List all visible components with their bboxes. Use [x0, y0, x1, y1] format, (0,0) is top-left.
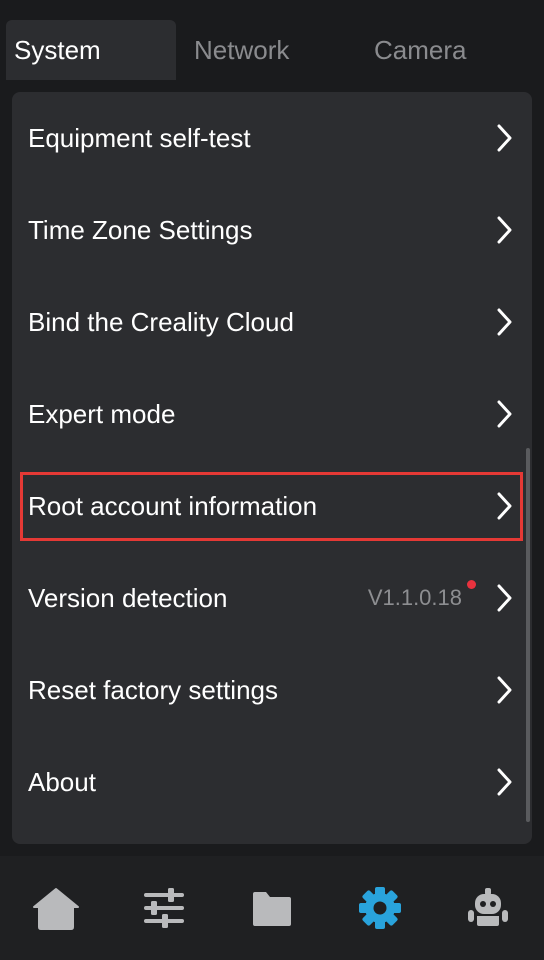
- menu-item-label: Root account information: [28, 491, 318, 521]
- update-indicator-dot: [467, 580, 476, 589]
- nav-files-button[interactable]: [244, 880, 300, 936]
- chevron-right-icon: [497, 768, 512, 796]
- menu-item-label: Bind the Creality Cloud: [28, 307, 294, 337]
- robot-icon: [468, 888, 508, 926]
- tab-bar: System Network Camera: [0, 0, 544, 80]
- chevron-right-icon: [497, 400, 512, 428]
- menu-item-expert-mode[interactable]: Expert mode: [12, 368, 532, 460]
- bottom-nav-bar: [0, 856, 544, 960]
- scrollbar[interactable]: [526, 448, 530, 822]
- settings-menu-panel: Equipment self-test Time Zone Settings B…: [12, 92, 532, 844]
- chevron-right-icon: [497, 492, 512, 520]
- version-value: V1.1.0.18: [367, 585, 462, 610]
- menu-item-root-account-information[interactable]: Root account information: [12, 460, 532, 552]
- tab-camera[interactable]: Camera: [374, 20, 466, 80]
- menu-item-label: Expert mode: [28, 399, 176, 429]
- nav-robot-button[interactable]: [460, 880, 516, 936]
- chevron-right-icon: [497, 676, 512, 704]
- chevron-right-icon: [497, 216, 512, 244]
- menu-item-time-zone-settings[interactable]: Time Zone Settings: [12, 184, 532, 276]
- menu-item-bind-creality-cloud[interactable]: Bind the Creality Cloud: [12, 276, 532, 368]
- chevron-right-icon: [497, 124, 512, 152]
- tab-network[interactable]: Network: [194, 20, 289, 80]
- nav-settings-button[interactable]: [352, 880, 408, 936]
- tab-system[interactable]: System: [6, 20, 176, 80]
- menu-item-label: Equipment self-test: [28, 123, 251, 153]
- home-icon: [33, 888, 79, 930]
- menu-item-version-detection[interactable]: Version detection V1.1.0.18: [12, 552, 532, 644]
- menu-item-equipment-self-test[interactable]: Equipment self-test: [12, 92, 532, 184]
- folder-icon: [253, 892, 291, 926]
- sliders-icon: [144, 888, 184, 928]
- menu-item-label: About: [28, 767, 96, 797]
- chevron-right-icon: [497, 308, 512, 336]
- nav-controls-button[interactable]: [136, 880, 192, 936]
- menu-item-label: Version detection: [28, 583, 228, 613]
- menu-item-reset-factory-settings[interactable]: Reset factory settings: [12, 644, 532, 736]
- chevron-right-icon: [497, 584, 512, 612]
- nav-home-button[interactable]: [28, 880, 84, 936]
- settings-screen: System Network Camera Equipment self-tes…: [0, 0, 544, 960]
- menu-item-label: Reset factory settings: [28, 675, 278, 705]
- menu-item-about[interactable]: About: [12, 736, 532, 828]
- menu-item-label: Time Zone Settings: [28, 215, 253, 245]
- gear-icon: [359, 887, 401, 929]
